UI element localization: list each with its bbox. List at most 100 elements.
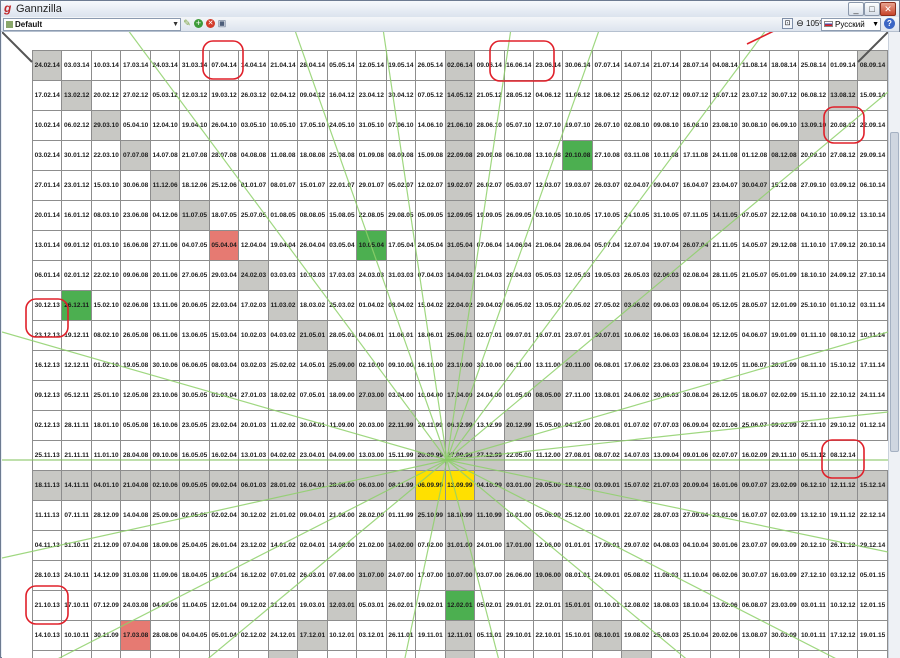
grid-cell[interactable]: 24.04.00 — [474, 380, 505, 411]
grid-cell[interactable]: 15.07.02 — [621, 470, 652, 501]
grid-cell[interactable]: 12.01.15 — [857, 590, 888, 621]
grid-cell[interactable]: 08.12.14 — [827, 440, 859, 471]
grid-cell[interactable]: 11.06.07 — [739, 350, 770, 381]
grid-cell[interactable]: 27.01.14 — [31, 170, 63, 201]
grid-cell[interactable]: 04.10.99 — [474, 470, 505, 501]
grid-cell[interactable]: 08.11.10 — [798, 350, 829, 381]
grid-cell[interactable]: 05.07.10 — [503, 110, 534, 141]
grid-cell[interactable]: 11.11.13 — [31, 500, 63, 531]
grid-cell[interactable]: 09.02.04 — [208, 470, 240, 501]
grid-cell[interactable]: 05.03.07 — [503, 170, 534, 201]
help-icon[interactable]: ? — [884, 18, 895, 29]
grid-cell[interactable]: 19.12.11 — [61, 320, 92, 351]
grid-cell[interactable]: 19.05.14 — [385, 50, 417, 81]
grid-cell[interactable]: 07.07.03 — [650, 410, 682, 441]
grid-cell[interactable]: 04.11.02 — [326, 650, 358, 658]
grid-cell[interactable]: 27.09.04 — [680, 500, 711, 531]
grid-cell[interactable]: 16.06.14 — [503, 50, 534, 81]
grid-cell[interactable]: 14.06.10 — [415, 110, 446, 141]
grid-cell[interactable]: 15.01.07 — [297, 170, 328, 201]
grid-cell[interactable]: 27.03.00 — [356, 380, 387, 411]
grid-cell[interactable]: 29.04.02 — [474, 290, 505, 321]
grid-cell[interactable]: 28.07.08 — [208, 140, 240, 171]
grid-cell[interactable]: 25.06.07 — [739, 410, 770, 441]
grid-cell[interactable]: 07.12.09 — [90, 590, 122, 621]
grid-cell[interactable]: 09.01.12 — [61, 230, 92, 261]
grid-cell[interactable]: 09.10.06 — [149, 440, 181, 471]
grid-cell[interactable]: 06.12.10 — [798, 470, 829, 501]
grid-cell[interactable]: 13.09.99 — [444, 470, 476, 501]
grid-cell[interactable]: 28.04.08 — [120, 440, 151, 471]
grid-cell[interactable]: 31.03.08 — [120, 560, 151, 591]
grid-cell[interactable]: 12.02.01 — [444, 590, 476, 621]
grid-cell[interactable]: 02.07.01 — [474, 320, 505, 351]
grid-cell[interactable]: 28.05.07 — [739, 290, 770, 321]
grid-cell[interactable]: 30.08.10 — [739, 110, 770, 141]
grid-cell[interactable]: 04.08.14 — [709, 50, 741, 81]
grid-cell[interactable]: 10.10.11 — [61, 620, 92, 651]
grid-cell[interactable]: 24.09.12 — [827, 260, 859, 291]
grid-cell[interactable]: 05.03.12 — [149, 80, 181, 111]
grid-cell[interactable]: 02.06.03 — [650, 260, 682, 291]
grid-cell[interactable]: 12.07.04 — [621, 230, 652, 261]
grid-cell[interactable]: 23.10.00 — [444, 350, 476, 381]
grid-cell[interactable]: 27.09.99 — [444, 440, 476, 471]
grid-cell[interactable]: 12.05.08 — [120, 380, 151, 411]
grid-cell[interactable]: 11.02.02 — [267, 410, 299, 441]
grid-cell[interactable]: 05.11.01 — [474, 620, 505, 651]
grid-cell[interactable]: 20.10.14 — [857, 230, 888, 261]
grid-cell[interactable]: 06.09.10 — [768, 110, 800, 141]
grid-cell[interactable]: 02.04.01 — [297, 530, 328, 561]
grid-cell[interactable]: 03.11.14 — [857, 290, 888, 321]
grid-cell[interactable]: 19.11.01 — [415, 620, 446, 651]
grid-cell[interactable]: 23.01.06 — [709, 500, 741, 531]
grid-cell[interactable]: 10.09.12 — [827, 200, 859, 231]
grid-cell[interactable]: 10.12.12 — [827, 590, 859, 621]
grid-cell[interactable]: 19.02.07 — [444, 170, 476, 201]
grid-cell[interactable]: 27.01.03 — [238, 380, 269, 411]
grid-cell[interactable]: 02.04.12 — [267, 80, 299, 111]
grid-cell[interactable]: 09.07.12 — [680, 80, 711, 111]
grid-cell[interactable]: 21.07.08 — [179, 140, 210, 171]
grid-cell[interactable]: 28.12.09 — [90, 500, 122, 531]
grid-cell[interactable]: 14.04.08 — [120, 500, 151, 531]
grid-cell[interactable]: 14.11.05 — [709, 200, 741, 231]
grid-cell[interactable]: 01.08.05 — [267, 200, 299, 231]
grid-cell[interactable]: 17.07.00 — [415, 560, 446, 591]
minimize-button[interactable]: _ — [848, 2, 864, 16]
grid-cell[interactable]: 08.03.04 — [208, 350, 240, 381]
grid-cell[interactable]: 09.08.04 — [680, 290, 711, 321]
grid-cell[interactable]: 25.11.02 — [238, 650, 269, 658]
grid-cell[interactable]: 10.11.08 — [650, 140, 682, 171]
grid-cell[interactable]: 08.09.14 — [857, 50, 888, 81]
grid-cell[interactable]: 07.04.14 — [208, 50, 240, 81]
grid-cell[interactable]: 13.08.12 — [827, 80, 859, 111]
grid-cell[interactable]: 19.03.07 — [562, 170, 593, 201]
grid-cell[interactable]: 15.01.01 — [562, 590, 593, 621]
grid-cell[interactable]: 28.04.03 — [503, 260, 534, 291]
grid-cell[interactable]: 28.05.01 — [326, 320, 358, 351]
grid-cell[interactable]: 31.12.01 — [267, 590, 299, 621]
grid-cell[interactable]: 06.11.00 — [503, 350, 534, 381]
grid-cell[interactable]: 07.07.14 — [591, 50, 623, 81]
grid-cell[interactable]: 12.03.12 — [179, 80, 210, 111]
grid-cell[interactable]: 24.01.00 — [474, 530, 505, 561]
grid-cell[interactable]: 12.11.01 — [444, 620, 476, 651]
grid-cell[interactable]: 02.09.02 — [591, 650, 623, 658]
grid-cell[interactable]: 11.08.03 — [650, 560, 682, 591]
grid-cell[interactable]: 23.06.14 — [532, 50, 564, 81]
grid-cell[interactable]: 19.06.00 — [532, 560, 564, 591]
grid-cell[interactable]: 04.07.05 — [179, 230, 210, 261]
grid-cell[interactable]: 26.07.10 — [591, 110, 623, 141]
grid-cell[interactable]: 20.01.14 — [31, 200, 63, 231]
grid-cell[interactable]: 07.08.00 — [326, 560, 358, 591]
grid-cell[interactable]: 21.04.03 — [474, 260, 505, 291]
grid-cell[interactable]: 11.12.00 — [532, 440, 564, 471]
add-icon[interactable]: + — [194, 19, 203, 28]
grid-cell[interactable]: 28.08.06 — [149, 620, 181, 651]
grid-cell[interactable]: 19.01.15 — [857, 620, 888, 651]
grid-cell[interactable]: 18.07.05 — [208, 200, 240, 231]
grid-cell[interactable]: 23.08.04 — [680, 350, 711, 381]
grid-cell[interactable]: 13.08.07 — [739, 620, 770, 651]
grid-cell[interactable]: 22.04.02 — [444, 290, 476, 321]
